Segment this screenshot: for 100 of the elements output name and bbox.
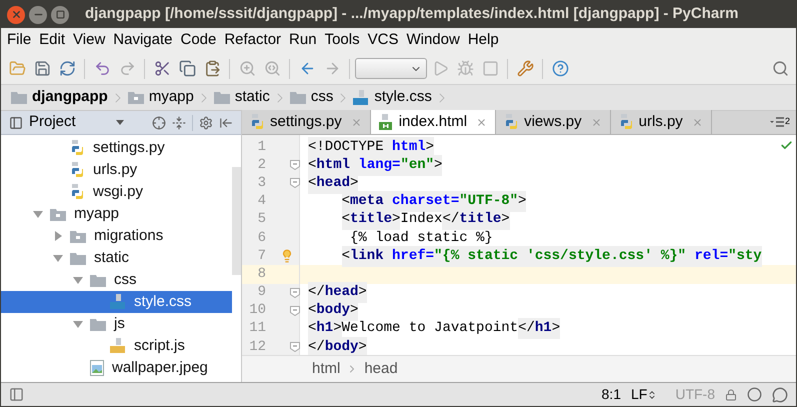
python-file-icon — [70, 140, 85, 156]
menu-item[interactable]: Navigate — [109, 29, 176, 52]
breadcrumb-item[interactable]: static — [212, 86, 272, 109]
menu-item[interactable]: Tools — [320, 29, 364, 52]
line-number: 10 — [248, 301, 266, 320]
close-tab-icon[interactable] — [590, 116, 602, 128]
lock-icon[interactable] — [725, 388, 737, 400]
selector-arrows-icon — [647, 390, 658, 400]
line-separator-selector[interactable]: LF — [630, 384, 658, 405]
collapse-all-icon[interactable] — [172, 116, 186, 130]
editor-tab[interactable]: urls.py — [610, 110, 712, 134]
expanded-arrow-icon[interactable] — [72, 319, 82, 329]
code-line: <!DOCTYPE html> — [300, 138, 796, 156]
inspector-icon[interactable] — [747, 387, 762, 402]
code-line: <head> — [300, 174, 796, 193]
python-file-icon — [504, 114, 520, 130]
python-file-icon — [250, 114, 265, 130]
close-tab-icon[interactable] — [692, 116, 703, 128]
menu-item[interactable]: Window — [402, 29, 464, 52]
tree-item[interactable]: js — [1, 313, 232, 335]
tree-item[interactable]: settings.py — [1, 137, 232, 159]
breadcrumb-item[interactable]: head — [364, 358, 398, 380]
tree-item[interactable]: wallpaper.jpeg — [1, 357, 232, 379]
menu-item[interactable]: VCS — [364, 29, 402, 52]
line-number: 6 — [256, 228, 266, 248]
dropdown-arrow-icon — [116, 120, 124, 125]
folder-icon — [50, 208, 66, 220]
fold-marker-icon[interactable] — [290, 178, 300, 188]
menu-item[interactable]: Run — [285, 29, 321, 52]
breadcrumb-item[interactable]: djangpapp — [9, 86, 110, 109]
line-number: 2 — [256, 156, 266, 175]
folder-icon — [128, 91, 144, 104]
project-icon — [9, 116, 23, 130]
lightbulb-icon[interactable] — [280, 249, 294, 264]
js-file-icon — [110, 338, 126, 354]
window-title: djangpapp [/home/sssit/djangpapp] - .../myapp/templates/index.html [djangpapp] - PyCharm — [85, 4, 738, 24]
collapsed-arrow-icon[interactable] — [52, 231, 62, 241]
maximize-icon — [56, 10, 64, 19]
line-number: 8 — [256, 264, 266, 284]
menu-item[interactable]: Edit — [35, 29, 70, 52]
python-file-icon — [618, 114, 634, 130]
code-line: <html lang="en"> — [300, 156, 796, 174]
tree-item[interactable]: myapp — [1, 203, 232, 225]
scrollbar-thumb[interactable] — [232, 167, 241, 275]
code-line: <title>Index</title> — [300, 210, 796, 229]
breadcrumb-item[interactable]: css — [288, 86, 336, 109]
minimize-button[interactable] — [29, 6, 47, 24]
tree-item[interactable]: css — [1, 269, 232, 291]
tab-overflow-button[interactable]: 2 — [770, 110, 796, 134]
tree-item[interactable]: style.css — [1, 291, 232, 313]
line-number: 4 — [256, 192, 266, 212]
tree-item[interactable]: wsgi.py — [1, 181, 232, 203]
expanded-arrow-icon[interactable] — [52, 253, 62, 263]
html-file-icon — [378, 114, 394, 130]
tree-item[interactable]: urls.py — [1, 159, 232, 181]
python-file-icon — [70, 184, 85, 200]
tree-item[interactable]: static — [1, 247, 232, 269]
menu-item[interactable]: File — [3, 29, 36, 52]
hide-panel-icon[interactable] — [218, 116, 233, 130]
tree-item[interactable]: script.js — [1, 335, 232, 357]
tab-list-icon — [770, 117, 784, 127]
folder-icon — [290, 91, 306, 104]
fold-marker-icon[interactable] — [290, 342, 300, 352]
editor-tab[interactable]: views.py — [496, 110, 611, 134]
line-number: 12 — [248, 338, 266, 357]
editor-tab[interactable]: index.html — [370, 110, 496, 134]
breadcrumb-item[interactable]: html — [312, 358, 340, 380]
run-configuration-dropdown[interactable] — [355, 58, 427, 79]
event-log-icon[interactable] — [772, 386, 788, 402]
tree-item[interactable]: migrations — [1, 225, 232, 247]
project-view-dropdown[interactable]: Project — [29, 111, 124, 134]
breadcrumb-item[interactable]: style.css — [351, 86, 434, 109]
close-tab-icon[interactable] — [350, 116, 362, 128]
expanded-arrow-icon[interactable] — [32, 209, 42, 219]
no-problems-check-icon — [780, 139, 793, 152]
menu-item[interactable]: Help — [464, 29, 503, 52]
image-file-icon — [90, 360, 104, 376]
css-file-icon — [353, 90, 370, 106]
line-number: 7 — [256, 246, 266, 266]
settings-icon[interactable] — [198, 116, 213, 130]
expanded-arrow-icon[interactable] — [72, 275, 82, 285]
close-button[interactable] — [7, 6, 25, 24]
locate-icon[interactable] — [152, 116, 166, 130]
folder-icon — [70, 230, 86, 242]
close-tab-icon[interactable] — [476, 116, 488, 128]
editor-tab[interactable]: settings.py — [242, 110, 371, 134]
fold-marker-icon[interactable] — [290, 306, 300, 316]
menu-item[interactable]: Code — [176, 29, 220, 52]
folder-icon — [70, 252, 86, 264]
tool-windows-icon[interactable] — [9, 387, 24, 402]
line-number: 1 — [256, 138, 266, 157]
breadcrumb-item[interactable]: myapp — [126, 86, 196, 109]
fold-marker-icon[interactable] — [290, 288, 300, 298]
fold-marker-icon[interactable] — [290, 160, 300, 170]
menu-item[interactable]: Refactor — [220, 29, 286, 52]
caret-position[interactable]: 8:1 — [602, 384, 621, 405]
menu-item[interactable]: View — [69, 29, 110, 52]
close-icon — [10, 9, 22, 20]
maximize-button[interactable] — [51, 6, 69, 24]
code-line: {% load static %} — [348, 228, 494, 248]
